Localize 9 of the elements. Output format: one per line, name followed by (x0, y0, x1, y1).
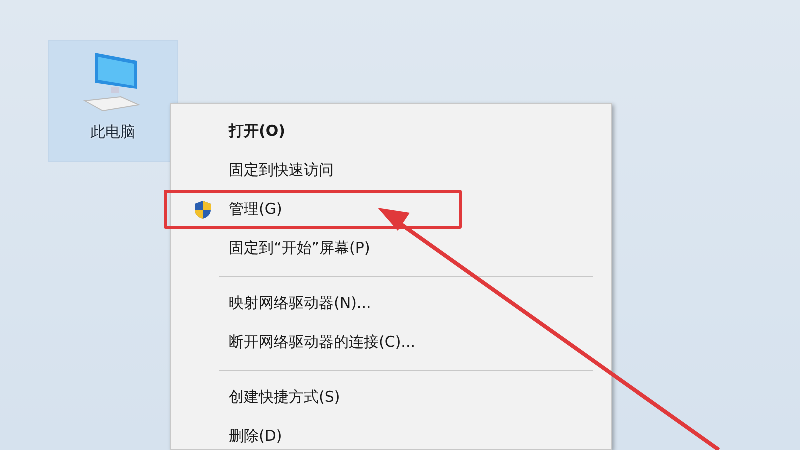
menu-item[interactable]: 管理(G) (164, 190, 462, 229)
menu-item[interactable]: 映射网络驱动器(N)... (171, 284, 611, 323)
menu-item[interactable]: 固定到“开始”屏幕(P) (171, 229, 611, 268)
icon-label: 此电脑 (90, 123, 136, 142)
shield-icon (194, 200, 212, 220)
menu-item[interactable]: 断开网络驱动器的连接(C)... (171, 323, 611, 362)
desktop-icon[interactable]: 此电脑 (48, 40, 178, 162)
menu-item[interactable]: 创建快捷方式(S) (171, 378, 611, 417)
menu-item[interactable]: 删除(D) (171, 417, 611, 450)
